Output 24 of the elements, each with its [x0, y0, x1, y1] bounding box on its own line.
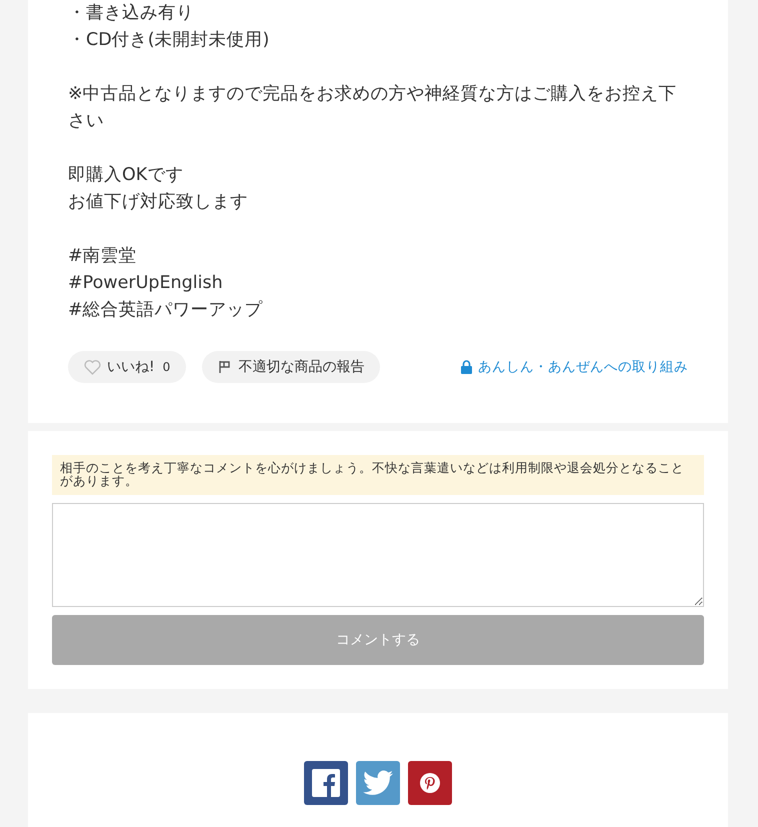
- twitter-icon[interactable]: [356, 761, 400, 806]
- pinterest-icon[interactable]: [408, 761, 452, 806]
- facebook-icon[interactable]: [304, 761, 348, 806]
- pin-logo: [419, 772, 441, 794]
- comment-notice: 相手のことを考え丁寧なコメントを心がけましょう。不快な言葉遣いなどは利用制限や退会処分となることがあります。: [52, 455, 704, 496]
- bird-logo: [363, 770, 393, 796]
- description-line: ※中古品となりますので完品をお求めの方や神経質な方はご購入をお控え下さい: [68, 83, 678, 133]
- report-button[interactable]: 不適切な商品の報告: [202, 351, 380, 383]
- comment-field[interactable]: [52, 503, 704, 608]
- like-label: いいね!: [107, 358, 155, 376]
- description-line: ・書き込み有り: [68, 2, 195, 25]
- lock-icon: [461, 360, 472, 374]
- description-line: #南雲堂: [68, 245, 138, 268]
- description-line: #PowerUpEnglish: [68, 272, 224, 295]
- like-count: 0: [162, 360, 170, 374]
- facebook-logo: [312, 769, 340, 798]
- description-line: 即購入OKです: [68, 164, 184, 187]
- like-button[interactable]: いいね! 0: [68, 351, 186, 383]
- description-line: お値下げ対応致します: [68, 191, 249, 214]
- heart-icon: [84, 360, 101, 374]
- safety-link[interactable]: あんしん・あんぜんへの取り組み: [461, 358, 688, 376]
- description-line: #総合英語パワーアップ: [68, 299, 264, 322]
- flag-icon: [218, 360, 232, 374]
- description-line: ・CD付き(未開封未使用): [68, 29, 270, 52]
